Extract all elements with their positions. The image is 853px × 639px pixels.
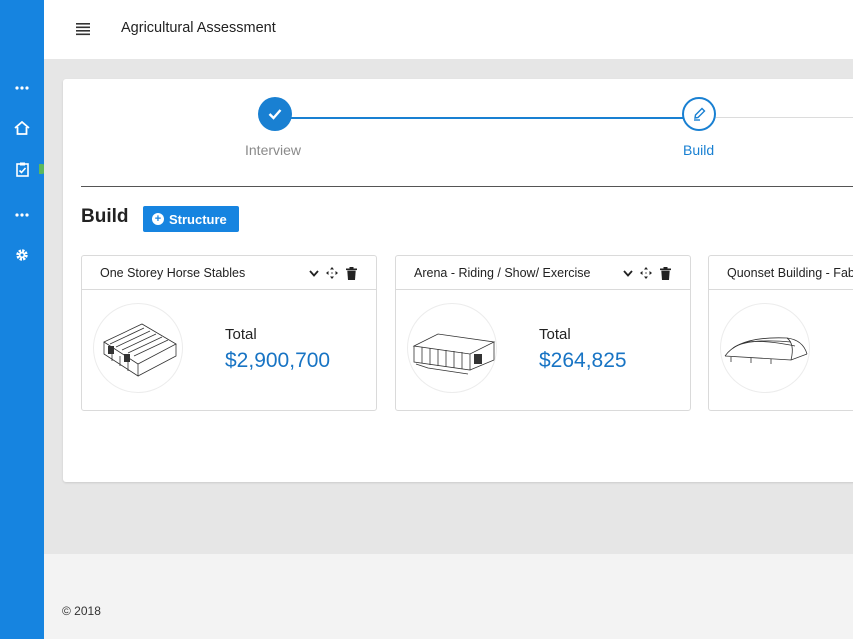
structure-thumbnail <box>720 303 810 393</box>
step-interview-circle[interactable] <box>258 97 292 131</box>
hamburger-menu-icon[interactable] <box>74 20 92 38</box>
total-value: $264,825 <box>539 349 627 372</box>
sidebar-more-button[interactable] <box>0 76 44 100</box>
step-build-label[interactable]: Build <box>683 142 714 158</box>
sidebar-assessment-button[interactable] <box>0 157 44 181</box>
stepper-progress-line <box>290 117 685 119</box>
stepper-remaining-line <box>716 117 853 118</box>
gear-icon <box>16 249 28 261</box>
structure-name: Quonset Building - Fabr <box>727 266 853 280</box>
add-structure-label: Structure <box>169 211 227 227</box>
structure-card[interactable]: One Storey Horse Stables Total $2,900,70… <box>81 255 377 411</box>
more-dots-icon <box>15 86 29 90</box>
move-icon[interactable] <box>325 266 339 280</box>
checkmark-icon <box>268 109 282 120</box>
chevron-down-icon[interactable] <box>307 266 321 280</box>
clipboard-check-icon <box>15 162 29 177</box>
total-value: $2,900,700 <box>225 349 331 372</box>
structure-card-header: One Storey Horse Stables <box>82 256 376 290</box>
structure-thumbnail <box>93 303 183 393</box>
footer-copyright: © 2018 <box>62 604 101 618</box>
structure-card[interactable]: Quonset Building - Fabr <box>708 255 853 411</box>
add-structure-button[interactable]: + Structure <box>143 206 239 232</box>
home-icon <box>14 121 30 135</box>
step-interview-label[interactable]: Interview <box>245 142 301 158</box>
more-dots-icon <box>15 213 29 217</box>
step-build-circle[interactable] <box>682 97 716 131</box>
section-title: Build <box>81 206 129 227</box>
sidebar-home-button[interactable] <box>0 116 44 140</box>
app-title: Agricultural Assessment <box>121 20 276 36</box>
trash-icon[interactable] <box>344 266 358 280</box>
structure-card-header: Quonset Building - Fabr <box>709 256 853 290</box>
structure-card-header: Arena - Riding / Show/ Exercise <box>396 256 690 290</box>
section-divider <box>81 186 853 187</box>
sidebar-settings-button[interactable] <box>0 243 44 267</box>
sidebar-more-button-2[interactable] <box>0 203 44 227</box>
top-bar: Agricultural Assessment <box>44 0 853 59</box>
trash-icon[interactable] <box>658 266 672 280</box>
total-label: Total <box>225 326 257 343</box>
chevron-down-icon[interactable] <box>621 266 635 280</box>
move-icon[interactable] <box>639 266 653 280</box>
structure-name: Arena - Riding / Show/ Exercise <box>414 266 591 280</box>
plus-circle-icon: + <box>152 213 164 225</box>
sidebar <box>0 0 47 639</box>
structure-thumbnail <box>407 303 497 393</box>
structure-card[interactable]: Arena - Riding / Show/ Exercise Total $2… <box>395 255 691 411</box>
pencil-icon <box>694 107 706 121</box>
structure-name: One Storey Horse Stables <box>100 266 246 280</box>
total-label: Total <box>539 326 571 343</box>
